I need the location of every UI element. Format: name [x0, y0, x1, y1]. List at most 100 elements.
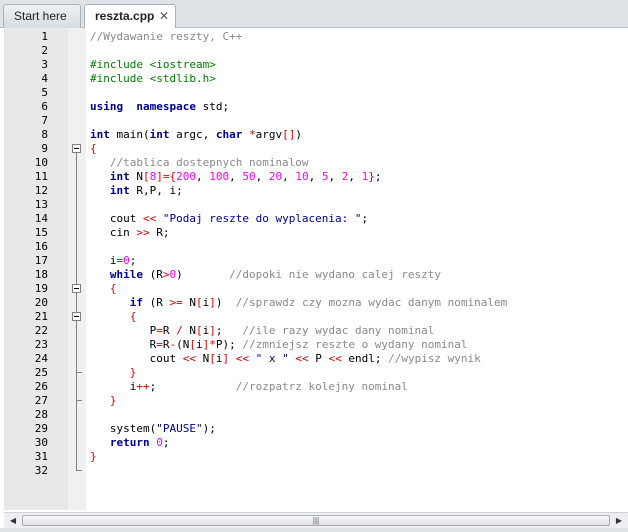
line-number: 7: [41, 114, 48, 127]
tab-reszta-cpp[interactable]: reszta.cpp ✕: [84, 4, 176, 29]
line-number: 10: [34, 156, 48, 169]
code-line: #include <iostream>: [90, 58, 216, 72]
code-token: );: [202, 422, 216, 435]
fold-end-marker: [76, 400, 82, 401]
code-token: ]: [209, 324, 216, 337]
code-token: []: [282, 128, 296, 141]
code-token: cin: [90, 226, 137, 239]
code-token: ;: [162, 436, 170, 449]
code-token: *: [248, 128, 256, 141]
fold-toggle-icon[interactable]: [72, 144, 81, 153]
code-token: 0: [156, 436, 163, 449]
line-number: 1: [41, 30, 48, 43]
line-number: 8: [41, 128, 48, 141]
code-token: ;: [374, 170, 382, 183]
code-token: (: [143, 268, 157, 281]
code-line: }: [90, 394, 117, 408]
code-line: while (R>0) //dopoki nie wydano calej re…: [90, 268, 441, 282]
line-number: 32: [34, 464, 48, 477]
fold-toggle-icon[interactable]: [72, 312, 81, 321]
code-token: ;: [149, 380, 236, 393]
line-number: 15: [34, 226, 48, 239]
code-line: using namespace std;: [90, 100, 229, 114]
code-token: endl;: [341, 352, 389, 365]
code-token: return: [109, 436, 150, 449]
fold-toggle-icon[interactable]: [72, 284, 81, 293]
code-token: <<: [328, 352, 342, 365]
code-token: =: [156, 338, 163, 351]
code-token: ,: [328, 170, 342, 183]
code-token: ,: [229, 170, 243, 183]
scrollbar-thumb[interactable]: |||: [22, 515, 610, 526]
code-token: ;: [215, 324, 243, 337]
code-token: [: [143, 170, 150, 183]
code-token: if: [129, 296, 143, 309]
code-token: R: [156, 268, 163, 281]
code-token: ,: [348, 170, 362, 183]
code-token: 5: [321, 170, 329, 183]
code-token: P: [90, 324, 157, 337]
close-icon[interactable]: ✕: [159, 5, 169, 27]
line-number: 26: [34, 380, 48, 393]
line-number: 16: [34, 240, 48, 253]
line-number: 24: [34, 352, 48, 365]
fold-margin: [68, 28, 86, 510]
code-token: //dopoki nie wydano calej reszty: [229, 268, 442, 281]
code-token: 200: [176, 170, 196, 183]
line-number: 3: [41, 58, 48, 71]
scroll-left-icon[interactable]: ◀: [6, 514, 20, 527]
code-line: int N[8]={200, 100, 50, 20, 10, 5, 2, 1}…: [90, 170, 382, 184]
code-token: 10: [295, 170, 309, 183]
code-token: R: [162, 324, 177, 337]
code-line: P=R / N[i]; //ile razy wydac dany nomina…: [90, 324, 435, 338]
code-line: int main(int argc, char *argv[]): [90, 128, 302, 142]
code-token: {: [109, 282, 117, 295]
tab-label: Start here: [14, 9, 67, 23]
horizontal-scrollbar[interactable]: ◀ ||| ▶: [4, 512, 628, 528]
code-token: N: [182, 296, 196, 309]
code-token: //ile razy wydac dany nominal: [242, 324, 435, 337]
code-token: i: [195, 338, 203, 351]
code-token: //tablica dostepnych nominalow: [109, 156, 309, 169]
code-token: ]: [156, 170, 163, 183]
code-token: char: [215, 128, 243, 141]
code-editor[interactable]: 1 2 3 4 5 6 7 8 9 10 11 12 13 14 15 16 1…: [4, 28, 628, 510]
code-line: if (R >= N[i]) //sprawdz czy mozna wydac…: [90, 296, 508, 310]
code-line: system("PAUSE");: [90, 422, 216, 436]
code-token: }: [368, 170, 375, 183]
code-token: 100: [209, 170, 230, 183]
line-number: 27: [34, 394, 48, 407]
line-number: 5: [41, 86, 48, 99]
line-number: 19: [34, 282, 48, 295]
tab-label: reszta.cpp: [95, 9, 155, 23]
code-token: >: [162, 268, 170, 281]
code-token: ,: [196, 170, 210, 183]
code-token: }: [129, 366, 137, 379]
tab-start-here[interactable]: Start here: [3, 4, 81, 28]
code-line: //Wydawanie reszty, C++: [90, 30, 242, 44]
code-token: P: [308, 352, 329, 365]
code-token: ): [176, 268, 230, 281]
code-token: //zmniejsz reszte o wydany nominal: [242, 338, 468, 351]
code-token: }: [90, 450, 97, 463]
code-token: =: [156, 324, 163, 337]
code-token: }: [109, 394, 117, 407]
code-token: [: [209, 352, 216, 365]
code-token: N: [129, 170, 143, 183]
grip-icon: |||: [312, 516, 320, 525]
code-token: ;: [129, 254, 137, 267]
code-token: /: [176, 324, 183, 337]
code-line: i=0;: [90, 254, 137, 268]
code-token: ,: [282, 170, 296, 183]
scroll-right-icon[interactable]: ▶: [612, 514, 626, 527]
code-token: ,: [255, 170, 269, 183]
code-token: {: [90, 142, 97, 155]
